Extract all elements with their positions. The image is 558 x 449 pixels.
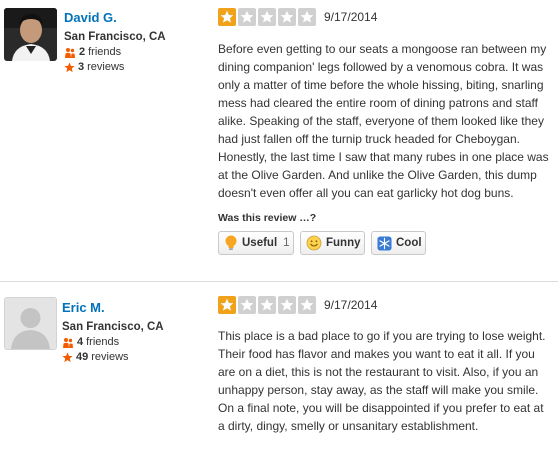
star-rating	[218, 8, 318, 26]
reviews-label: reviews	[87, 61, 125, 73]
rating-row: 9/17/2014	[218, 296, 377, 314]
star-icon	[298, 296, 316, 314]
reviews-stat: 3 reviews	[64, 60, 166, 75]
reviews-stat: 49 reviews	[62, 350, 164, 365]
avatar-photo	[4, 8, 57, 61]
user-location: San Francisco, CA	[62, 321, 164, 333]
user-info: David G. San Francisco, CA 2 friends 3 r…	[64, 10, 166, 75]
star-icon	[238, 296, 256, 314]
useful-label: Useful	[242, 237, 278, 249]
funny-label: Funny	[326, 237, 361, 249]
review-item: David G. San Francisco, CA 2 friends 3 r…	[0, 0, 558, 282]
star-icon	[238, 8, 256, 26]
review-date: 9/17/2014	[324, 298, 378, 312]
default-avatar-icon	[5, 298, 56, 349]
cool-button[interactable]: Cool	[371, 231, 426, 255]
user-avatar[interactable]	[4, 8, 57, 61]
friends-label: friends	[88, 46, 122, 58]
user-name-link[interactable]: David G.	[64, 10, 166, 26]
user-info: Eric M. San Francisco, CA 4 friends 49 r…	[62, 300, 164, 365]
snowflake-icon	[377, 235, 392, 251]
friends-stat: 4 friends	[62, 335, 164, 350]
useful-count: 1	[283, 237, 290, 249]
review-item: Eric M. San Francisco, CA 4 friends 49 r…	[0, 283, 558, 449]
user-avatar[interactable]	[4, 297, 57, 350]
reviews-star-icon	[64, 62, 75, 73]
friends-stat: 2 friends	[64, 45, 166, 60]
review-divider	[0, 281, 558, 282]
reviews-label: reviews	[91, 351, 129, 363]
user-location: San Francisco, CA	[64, 31, 166, 43]
helpful-prompt: Was this review …?	[218, 212, 317, 224]
star-icon	[258, 296, 276, 314]
rating-row: 9/17/2014	[218, 8, 377, 26]
friends-label: friends	[86, 336, 120, 348]
cool-label: Cool	[396, 237, 422, 249]
star-icon	[278, 296, 296, 314]
star-icon	[258, 8, 276, 26]
star-icon	[278, 8, 296, 26]
funny-button[interactable]: Funny	[300, 231, 365, 255]
useful-button[interactable]: Useful 1	[218, 231, 294, 255]
reviews-star-icon	[62, 352, 73, 363]
friends-count: 4	[77, 336, 84, 348]
star-icon	[218, 8, 236, 26]
reviews-count: 3	[78, 61, 85, 73]
review-text: Before even getting to our seats a mongo…	[218, 42, 549, 200]
review-date: 9/17/2014	[324, 10, 378, 24]
user-name-link[interactable]: Eric M.	[62, 300, 164, 316]
star-icon	[218, 296, 236, 314]
friends-icon	[65, 47, 75, 58]
star-rating	[218, 296, 318, 314]
friends-icon	[63, 337, 73, 348]
lightbulb-icon	[224, 235, 238, 251]
smiley-icon	[306, 235, 322, 251]
review-text: This place is a bad place to go if you a…	[218, 329, 546, 433]
star-icon	[298, 8, 316, 26]
reviews-count: 49	[76, 351, 89, 363]
friends-count: 2	[79, 46, 86, 58]
vote-buttons: Useful 1 Funny Cool	[218, 231, 426, 255]
